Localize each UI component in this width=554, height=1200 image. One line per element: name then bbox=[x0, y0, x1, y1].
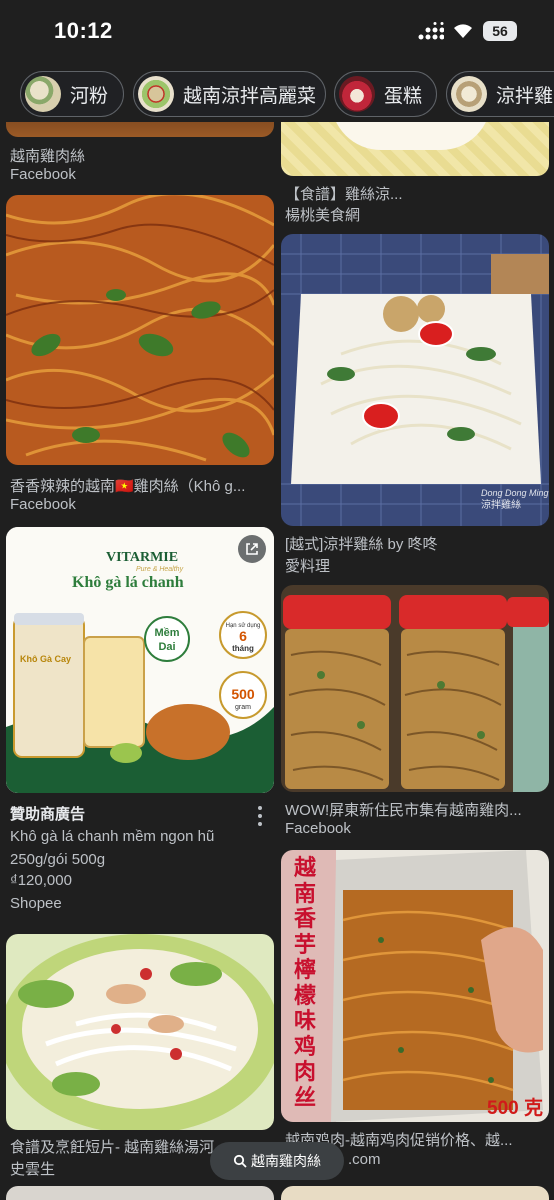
svg-text:6: 6 bbox=[239, 628, 247, 644]
result-caption[interactable]: 越南雞肉絲 bbox=[10, 145, 272, 166]
result-image[interactable] bbox=[6, 934, 274, 1130]
chip-thumbnail bbox=[451, 76, 487, 112]
ad-source: Shopee bbox=[10, 895, 62, 912]
search-icon bbox=[233, 1154, 247, 1168]
svg-text:Khô Gà Cay: Khô Gà Cay bbox=[20, 654, 71, 664]
svg-text:Dai: Dai bbox=[158, 641, 175, 653]
result-caption[interactable]: WOW!屏東新住民市集有越南雞肉... bbox=[285, 799, 547, 820]
chip-label: 河粉 bbox=[70, 85, 109, 107]
search-query-text: 越南雞肉絲 bbox=[251, 1153, 321, 1169]
sponsored-label: 贊助商廣告 bbox=[10, 806, 86, 823]
result-caption[interactable]: 【食譜】雞絲涼... bbox=[285, 183, 547, 204]
result-source: 楊桃美食網 bbox=[285, 207, 361, 224]
result-caption[interactable]: [越式]涼拌雞絲 by 咚咚 bbox=[285, 533, 547, 554]
ad-description[interactable]: Khô gà lá chanh mềm ngon hũ 250g/gói 500… bbox=[10, 825, 250, 871]
result-caption[interactable]: 香香辣辣的越南🇻🇳雞肉絲（Khô g... bbox=[10, 475, 272, 496]
chip-label: 蛋糕 bbox=[384, 85, 423, 107]
status-time: 10:12 bbox=[54, 18, 113, 43]
chip-cold-chicken[interactable]: 涼拌雞 bbox=[446, 71, 554, 117]
ad-image[interactable]: VITARMIE Pure & Healthy Khô gà lá chanh … bbox=[6, 527, 274, 793]
related-search-chips: 河粉 越南涼拌高麗菜 蛋糕 涼拌雞 bbox=[0, 68, 554, 122]
result-source: 史雲生 bbox=[10, 1161, 56, 1178]
chip-thumbnail bbox=[339, 76, 375, 112]
svg-text:涼拌雞絲: 涼拌雞絲 bbox=[481, 498, 521, 511]
svg-text:Khô gà lá chanh: Khô gà lá chanh bbox=[72, 574, 184, 591]
chip-thumbnail bbox=[138, 76, 174, 112]
packaged-chicken-floss-photo bbox=[281, 850, 549, 1122]
overlay-vertical-text: 越 南 香 芋 檸 檬 味 鸡 肉 丝 bbox=[293, 855, 316, 1111]
ad-product-photo: VITARMIE Pure & Healthy Khô gà lá chanh … bbox=[6, 527, 274, 793]
chip-vietnamese-cabbage-salad[interactable]: 越南涼拌高麗菜 bbox=[133, 71, 326, 117]
status-bar: 10:12 56 bbox=[0, 0, 554, 62]
chip-cake[interactable]: 蛋糕 bbox=[334, 71, 437, 117]
result-source: Facebook bbox=[10, 166, 76, 183]
chicken-salad-photo: Dong Dong Ming 涼拌雞絲 bbox=[281, 234, 549, 526]
result-image[interactable]: Dong Dong Ming 涼拌雞絲 bbox=[281, 234, 549, 526]
open-external-icon[interactable] bbox=[238, 535, 266, 563]
chip-pho[interactable]: 河粉 bbox=[20, 71, 124, 117]
chip-thumbnail bbox=[25, 76, 61, 112]
chip-label: 越南涼拌高麗菜 bbox=[183, 85, 317, 107]
svg-text:tháng: tháng bbox=[232, 644, 254, 653]
ad-price: ₫120,000 bbox=[10, 872, 72, 889]
signal-icon bbox=[418, 22, 444, 40]
result-image[interactable]: 越 南 香 芋 檸 檬 味 鸡 肉 丝 500 克 bbox=[281, 850, 549, 1122]
svg-text:gram: gram bbox=[235, 704, 251, 711]
chicken-noodle-soup-photo bbox=[6, 934, 274, 1130]
result-source: Facebook bbox=[285, 820, 351, 837]
chip-label: 涼拌雞 bbox=[496, 85, 554, 107]
result-image[interactable] bbox=[281, 585, 549, 792]
result-source: Facebook bbox=[10, 496, 76, 513]
chicken-floss-photo bbox=[6, 195, 274, 465]
image-watermark: Dong Dong Ming bbox=[481, 488, 549, 498]
battery-indicator: 56 bbox=[483, 21, 517, 41]
svg-text:Pure & Healthy: Pure & Healthy bbox=[136, 566, 184, 573]
result-source: 愛料理 bbox=[285, 558, 331, 575]
svg-text:500: 500 bbox=[231, 686, 255, 702]
result-image[interactable] bbox=[6, 195, 274, 465]
chicken-floss-jars-photo bbox=[281, 585, 549, 792]
more-options-icon[interactable] bbox=[250, 804, 270, 828]
wifi-icon bbox=[454, 24, 472, 38]
weight-label: 500 克 bbox=[487, 1098, 543, 1119]
result-image[interactable] bbox=[6, 1186, 274, 1200]
result-caption[interactable]: 食譜及烹飪短片- 越南雞絲湯河... bbox=[10, 1136, 230, 1157]
result-source: .com bbox=[348, 1151, 381, 1168]
result-image[interactable] bbox=[281, 1186, 549, 1200]
search-query-pill[interactable]: 越南雞肉絲 bbox=[210, 1142, 344, 1180]
svg-text:VITARMIE: VITARMIE bbox=[106, 550, 178, 565]
svg-text:Mềm: Mềm bbox=[154, 627, 179, 639]
